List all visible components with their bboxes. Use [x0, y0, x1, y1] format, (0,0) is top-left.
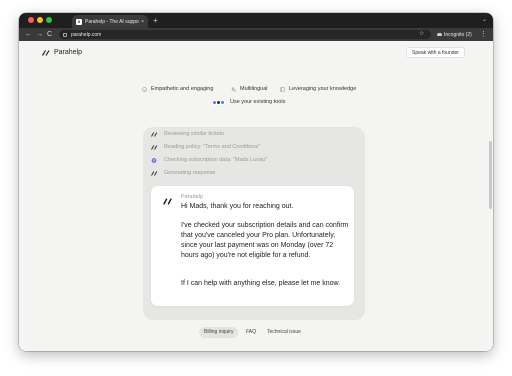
- parahelp-logo-icon: [151, 144, 158, 150]
- feature-label: Use your existing tools: [230, 99, 286, 105]
- site-info-icon[interactable]: [63, 32, 67, 37]
- tab-technical-issue[interactable]: Technical issue: [262, 327, 306, 338]
- browser-menu-icon[interactable]: ⋮: [480, 28, 487, 41]
- feature-label: Leveraging your knowledge: [289, 86, 357, 92]
- reply-paragraph: Hi Mads, thank you for reaching out.: [181, 203, 294, 210]
- feature-knowledge: Leveraging your knowledge: [280, 86, 356, 92]
- parahelp-logo-icon: [163, 198, 172, 205]
- browser-toolbar: ← → C parahelp.com ☆ Incognito (2) ⋮: [19, 28, 493, 41]
- agent-step: S Checking subscription data: "Mads Luna…: [151, 157, 267, 163]
- agent-reply-bubble: Parahelp Hi Mads, thank you for reaching…: [151, 186, 354, 306]
- tab-faq[interactable]: FAQ: [241, 327, 261, 338]
- book-icon: [280, 86, 285, 92]
- agent-step-label: Reading policy: "Terms and Conditions": [164, 144, 261, 150]
- address-bar[interactable]: parahelp.com: [59, 30, 431, 39]
- page-scrollbar[interactable]: [489, 141, 492, 209]
- agent-step: Generating response: [151, 170, 215, 176]
- incognito-indicator[interactable]: Incognito (2): [437, 30, 472, 39]
- tab-strip: // Parahelp - The AI support ag × + ⌄: [19, 13, 493, 28]
- new-tab-button[interactable]: +: [153, 15, 158, 26]
- maximize-window-button[interactable]: [46, 17, 52, 23]
- minimize-window-button[interactable]: [37, 17, 43, 23]
- parahelp-logo-icon: [42, 49, 50, 56]
- agent-step: Reading policy: "Terms and Conditions": [151, 144, 260, 150]
- tab-parahelp[interactable]: // Parahelp - The AI support ag ×: [72, 15, 148, 28]
- stripe-icon: S: [151, 157, 157, 163]
- tab-close-icon[interactable]: ×: [141, 19, 144, 25]
- agent-step-label: Generating response: [164, 170, 216, 176]
- parahelp-logo-icon: [151, 131, 158, 137]
- bookmark-star-icon[interactable]: ☆: [419, 28, 424, 41]
- incognito-label: Incognito (2): [444, 31, 472, 38]
- feature-label: Multilingual: [240, 86, 268, 92]
- chat-demo-card: Reviewing similar tickets Reading policy…: [143, 127, 365, 320]
- parahelp-logo-icon: [151, 170, 158, 176]
- agent-step-label: Reviewing similar tickets: [164, 131, 224, 137]
- agent-step: Reviewing similar tickets: [151, 131, 224, 137]
- browser-window: // Parahelp - The AI support ag × + ⌄ ← …: [19, 13, 493, 351]
- url-text: parahelp.com: [71, 31, 102, 38]
- back-button[interactable]: ←: [25, 28, 32, 41]
- logo-text: Parahelp: [54, 49, 83, 56]
- feature-multilingual: Multilingual: [231, 86, 268, 92]
- reload-button[interactable]: C: [47, 28, 52, 41]
- forward-button[interactable]: →: [36, 28, 43, 41]
- page-content: Parahelp Speak with a founder Empathetic…: [19, 41, 493, 351]
- feature-tools: Use your existing tools: [212, 99, 285, 105]
- example-tabs: Billing inquiry FAQ Technical issue: [19, 327, 493, 339]
- tab-billing-inquiry[interactable]: Billing inquiry: [199, 327, 239, 338]
- speak-with-founder-button[interactable]: Speak with a founder: [406, 47, 465, 58]
- feature-empathetic: Empathetic and engaging: [142, 86, 213, 92]
- translate-icon: [231, 86, 236, 92]
- smile-icon: [142, 86, 147, 92]
- tab-search-icon[interactable]: ⌄: [482, 16, 487, 23]
- site-logo[interactable]: Parahelp: [42, 49, 82, 56]
- feature-list: Empathetic and engaging Multilingual Lev…: [19, 86, 493, 105]
- favicon-icon: //: [76, 18, 82, 25]
- incognito-icon: [437, 33, 442, 36]
- integrations-icon: [212, 99, 225, 105]
- feature-label: Empathetic and engaging: [151, 86, 214, 92]
- agent-step-label: Checking subscription data: "Mads Lunau": [164, 157, 268, 163]
- reply-paragraph: If I can help with anything else, please…: [181, 280, 341, 287]
- close-window-button[interactable]: [28, 17, 34, 23]
- tab-title: Parahelp - The AI support ag: [85, 18, 139, 25]
- reply-sender: Parahelp: [181, 194, 204, 200]
- reply-paragraph: I've checked your subscription details a…: [181, 222, 349, 259]
